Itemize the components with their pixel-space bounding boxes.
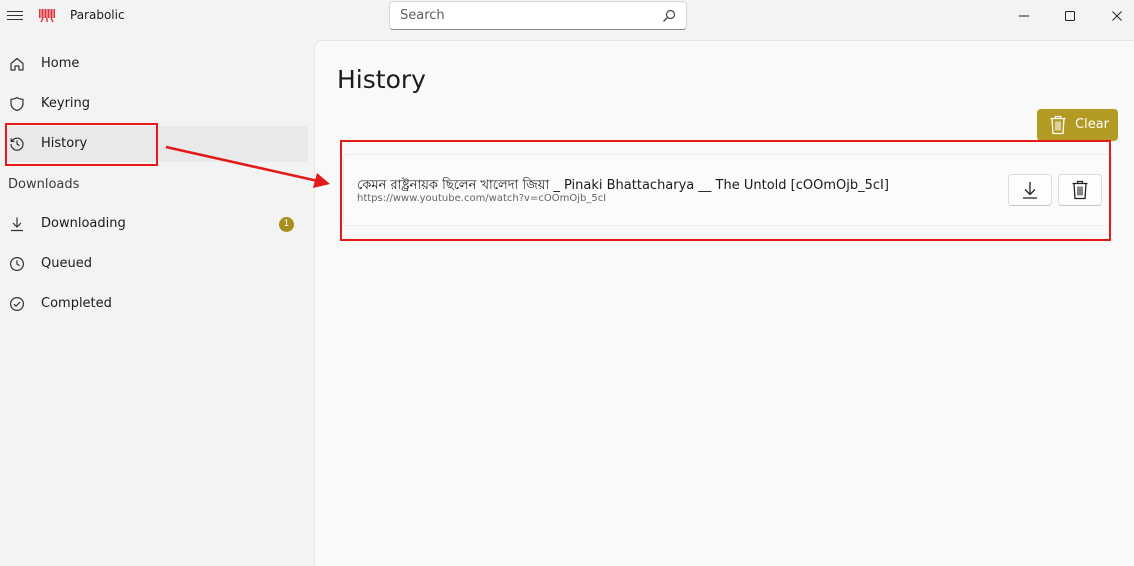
annotation-arrow-icon [165,145,330,188]
